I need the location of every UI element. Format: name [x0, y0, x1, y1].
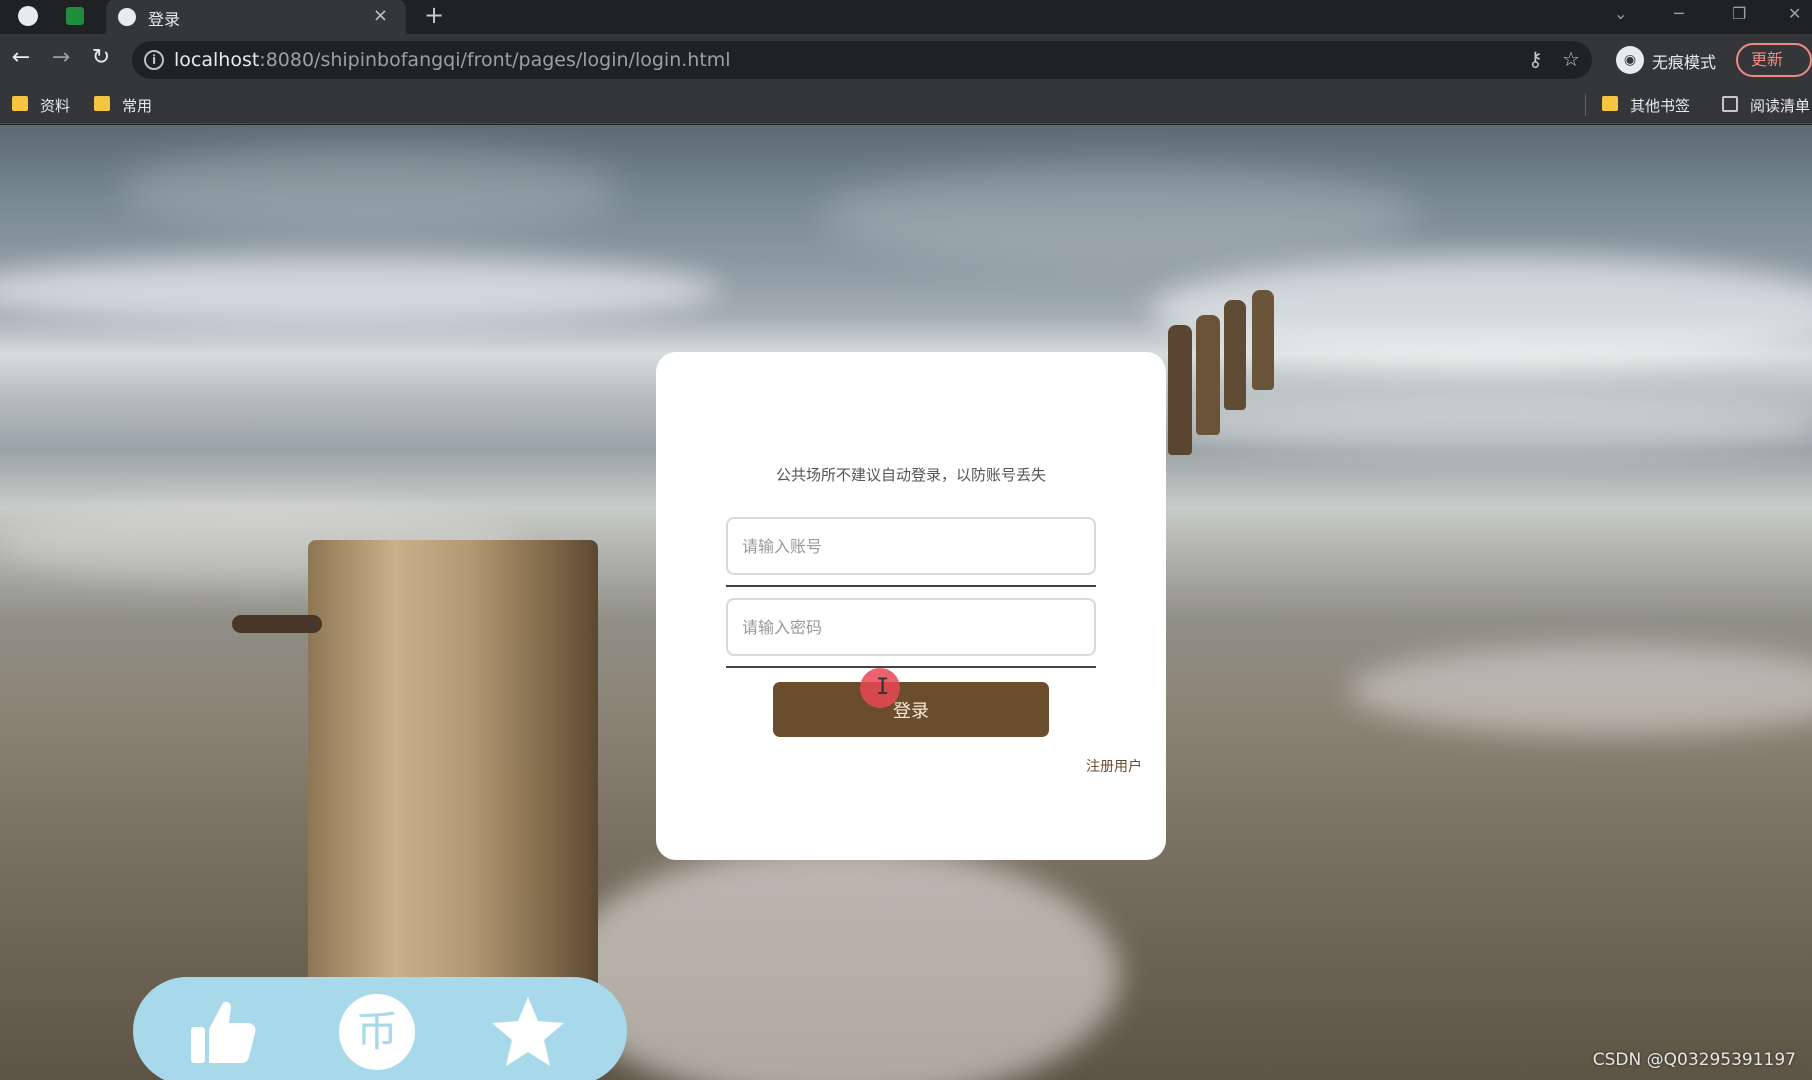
tab-title: 登录: [148, 10, 181, 29]
tab-search-icon[interactable]: ⌄: [1614, 4, 1627, 23]
site-info-icon[interactable]: i: [144, 50, 164, 70]
coin-icon[interactable]: 币: [338, 993, 416, 1071]
address-bar[interactable]: i localhost:8080/shipinbofangqi/front/pa…: [132, 41, 1592, 79]
restore-button[interactable]: ❐: [1732, 4, 1746, 23]
account-field-wrapper: [726, 517, 1096, 587]
bookmark-label: 阅读清单: [1750, 97, 1811, 115]
tab-favicon-icon: [118, 8, 136, 26]
like-coin-favorite-panel: 币: [133, 977, 627, 1080]
surf-foam: [0, 255, 720, 325]
close-window-button[interactable]: ✕: [1788, 4, 1801, 23]
surf-foam: [1180, 395, 1812, 455]
surf-foam: [1150, 255, 1812, 365]
bookmarks-bar: 资料 常用 其他书签 阅读清单: [0, 86, 1812, 124]
new-tab-button[interactable]: +: [424, 1, 444, 29]
distant-post: [1252, 290, 1274, 390]
surf-foam: [1350, 645, 1812, 735]
other-bookmarks[interactable]: 其他书签: [1602, 95, 1690, 116]
bookmark-star-icon[interactable]: ☆: [1562, 47, 1580, 71]
reload-icon[interactable]: ↻: [86, 45, 116, 70]
bookmark-folder-ziliao[interactable]: 资料: [12, 95, 70, 116]
reading-list-icon: [1722, 96, 1738, 112]
folder-icon: [1602, 96, 1618, 111]
bookmark-folder-changyong[interactable]: 常用: [94, 95, 152, 116]
cloud: [820, 165, 1420, 265]
coin-glyph: 币: [356, 1007, 398, 1056]
login-card: 公共场所不建议自动登录，以防账号丢失 登录 注册用户: [656, 352, 1166, 860]
login-tip: 公共场所不建议自动登录，以防账号丢失: [775, 466, 1046, 484]
star-icon[interactable]: [489, 993, 567, 1071]
browser-globe-icon[interactable]: [18, 6, 38, 26]
password-input[interactable]: [726, 598, 1096, 656]
active-tab[interactable]: 登录 ×: [106, 0, 406, 34]
browser-toolbar: ← → ↻ i localhost:8080/shipinbofangqi/fr…: [0, 34, 1812, 86]
login-page: 公共场所不建议自动登录，以防账号丢失 登录 注册用户 I 币 CSDN @Q03…: [0, 125, 1812, 1080]
update-button[interactable]: 更新: [1736, 43, 1812, 77]
password-field-wrapper: [726, 598, 1096, 668]
incognito-label[interactable]: 无痕模式: [1652, 49, 1716, 73]
cloud: [120, 145, 620, 235]
incognito-icon[interactable]: ◉: [1616, 46, 1644, 74]
url-path: :8080/shipinbofangqi/front/pages/login/l…: [259, 49, 731, 71]
url-host: localhost: [174, 49, 260, 71]
surf-foam: [560, 845, 1120, 1080]
account-input[interactable]: [726, 517, 1096, 575]
tab-close-icon[interactable]: ×: [373, 5, 388, 26]
bookmark-label: 其他书签: [1630, 97, 1691, 115]
browser-tab-bar: 登录 × + ⌄ ─ ❐ ✕: [0, 0, 1812, 34]
thumbs-up-icon[interactable]: [183, 993, 261, 1071]
back-icon[interactable]: ←: [6, 45, 36, 70]
minimize-button[interactable]: ─: [1674, 4, 1684, 23]
distant-post: [1196, 315, 1220, 435]
distant-post: [1168, 325, 1192, 455]
login-button[interactable]: 登录: [773, 682, 1049, 737]
folder-icon: [12, 96, 28, 111]
password-key-icon[interactable]: ⚷: [1528, 47, 1543, 71]
bookmark-label: 资料: [40, 97, 71, 115]
distant-post: [1224, 300, 1246, 410]
app-tab-icon[interactable]: [66, 7, 84, 25]
text-cursor-icon: I: [876, 675, 890, 700]
post-bolt: [232, 615, 322, 633]
forward-icon[interactable]: →: [46, 45, 76, 70]
folder-icon: [94, 96, 110, 111]
bookmark-divider: [1585, 94, 1586, 116]
url-text[interactable]: localhost:8080/shipinbofangqi/front/page…: [174, 49, 731, 71]
register-link[interactable]: 注册用户: [1086, 756, 1142, 776]
reading-list[interactable]: 阅读清单: [1722, 95, 1810, 116]
watermark: CSDN @Q03295391197: [1592, 1050, 1796, 1070]
bookmark-label: 常用: [122, 97, 153, 115]
